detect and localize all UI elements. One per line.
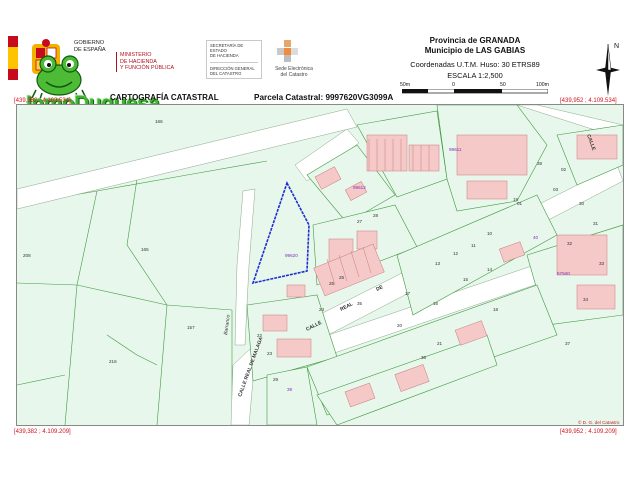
scale-tick-label: 100m: [536, 82, 549, 88]
north-label: N: [614, 43, 619, 50]
building: [456, 134, 528, 176]
parcel-label: 17: [405, 291, 411, 296]
parcel-label: 29: [273, 377, 279, 382]
catastral-sheet: GOBIERNO DE ESPAÑA MINISTERIO DE HACIEND…: [0, 0, 640, 480]
parcel-label: 37: [565, 341, 571, 346]
provincia-text: Provincia de GRANADA: [429, 36, 521, 45]
parcel-label: 20: [397, 323, 403, 328]
parcel-label: 32: [567, 241, 573, 246]
parcel-label: 12: [453, 251, 459, 256]
scale-tick-label: 50: [500, 82, 506, 88]
parcel-label-purple[interactable]: 99620: [285, 253, 298, 258]
parcel-label: 31: [593, 221, 599, 226]
spain-flag-icon: [8, 36, 18, 80]
sede-text: Sede Electrónica del Catastro: [268, 66, 320, 78]
parcel-label: 10: [487, 231, 493, 236]
parcel-label-purple: 39: [287, 387, 293, 392]
coordinates-text: Coordenadas U.T.M. Huso: 30 ETRS89: [410, 60, 540, 69]
gov-line-1: GOBIERNO: [74, 40, 105, 46]
parcel-label: 27: [357, 219, 363, 224]
parcel-label: 38: [537, 161, 543, 166]
corner-coord-bottom-right: [439,952 ; 4.109.209]: [560, 429, 617, 435]
map-canvas[interactable]: 166 165 208 157 216 99611 99612 99620 01…: [17, 105, 623, 425]
scale-tick-label: 50m: [400, 82, 411, 88]
parcel-label: 34: [583, 297, 589, 302]
parcel-label: 14: [487, 267, 493, 272]
copyright-text: © D. G. del Catastro: [578, 420, 620, 425]
ministry-text: MINISTERIO DE HACIENDA Y FUNCIÓN PÚBLICA: [116, 52, 174, 72]
building: [466, 180, 508, 200]
parcel-label: 02: [561, 167, 567, 172]
corner-coord-bottom-left: [439,382 ; 4.109.209]: [14, 429, 71, 435]
scale-text: ESCALA 1:2,500: [447, 71, 503, 80]
ministry-line-1: MINISTERIO: [120, 52, 152, 58]
direccion-line-2: DEL CATASTRO: [210, 70, 242, 76]
parcel-label: 23: [267, 351, 273, 356]
parcel-label: 24: [319, 307, 325, 312]
sede-line-2: del Catastro: [280, 72, 308, 78]
parcel-label-purple: 99612: [353, 185, 366, 190]
parcel-label: 36: [421, 355, 427, 360]
parcel-label: 33: [599, 261, 605, 266]
cartografia-title: CARTOGRAFÍA CATASTRAL: [110, 93, 219, 102]
scale-tick-label: 0: [452, 82, 455, 88]
parcel-label: 21: [437, 341, 443, 346]
parcel-label: 208: [23, 253, 31, 258]
scale-bar: 50m 0 50 100m: [400, 82, 550, 94]
parcel-label: 216: [109, 359, 117, 364]
parcel-label: 157: [187, 325, 195, 330]
parcel-label: 35: [357, 301, 363, 306]
secretaria-line-1: SECRETARÍA DE ESTADO: [210, 43, 244, 54]
parcel-label: 19: [513, 197, 519, 202]
building: [262, 314, 288, 332]
north-arrow-icon: N: [596, 43, 620, 96]
ministry-line-3: Y FUNCIÓN PÚBLICA: [120, 65, 175, 72]
parcel-label: 30: [579, 201, 585, 206]
parcel-label-purple: 57940: [557, 271, 570, 276]
parcel-label-purple: 40: [533, 235, 539, 240]
parcel-label: 16: [433, 301, 439, 306]
parcel-label-purple: 99611: [449, 147, 462, 152]
building: [408, 144, 440, 172]
cadastral-map[interactable]: 166 165 208 157 216 99611 99612 99620 01…: [16, 104, 624, 426]
building: [576, 134, 618, 160]
parcel-label: 28: [373, 213, 379, 218]
parcel-label: 166: [155, 119, 163, 124]
building: [286, 284, 306, 298]
sede-logo-icon: [277, 40, 298, 62]
parcela-title: Parcela Catastral: 9997620VG3099A: [254, 93, 394, 102]
secretaria-box: SECRETARÍA DE ESTADO DE HACIENDA DIRECCI…: [206, 40, 262, 80]
secretaria-line-2: DE HACIENDA: [210, 53, 239, 59]
parcel-label: 13: [435, 261, 441, 266]
scale-bar-graphic: [402, 89, 548, 94]
parcel-label: 15: [463, 277, 469, 282]
municipio-text: Municipio de LAS GABIAS: [424, 46, 526, 55]
parcel-label: 26: [339, 275, 345, 280]
parcel-label: 18: [493, 307, 499, 312]
location-titles: Provincia de GRANADA Municipio de LAS GA…: [390, 36, 560, 56]
parcel-label: 25: [329, 281, 335, 286]
building: [276, 338, 312, 358]
building: [556, 234, 608, 276]
parcel-label: 165: [141, 247, 149, 252]
parcel-label: 03: [553, 187, 559, 192]
parcel-label: 11: [471, 243, 476, 248]
